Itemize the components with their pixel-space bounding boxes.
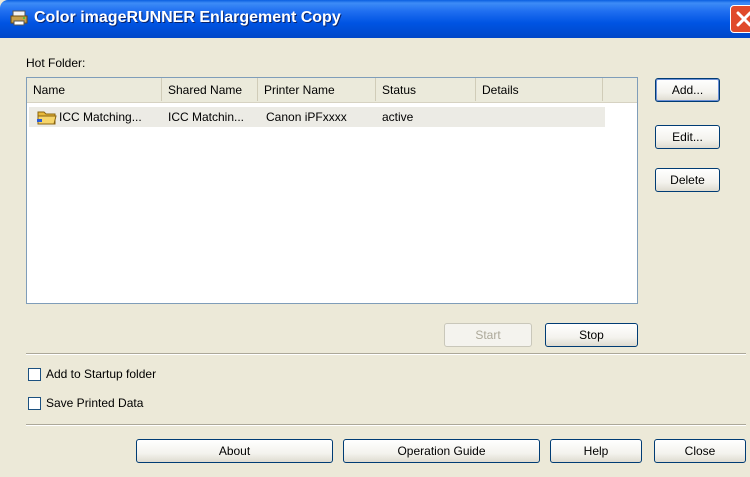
row-status: active [382,110,414,124]
close-x-icon [736,11,750,27]
column-header-name[interactable]: Name [27,78,162,101]
start-button[interactable]: Start [444,323,532,347]
divider [26,353,746,355]
column-header-shared-name[interactable]: Shared Name [162,78,258,101]
printer-app-icon [10,10,28,26]
list-header: Name Shared Name Printer Name Status Det… [27,78,637,103]
dialog-window: Color imageRUNNER Enlargement Copy Hot F… [0,0,750,477]
title-bar[interactable]: Color imageRUNNER Enlargement Copy [0,0,750,38]
column-header-printer-name[interactable]: Printer Name [258,78,376,101]
column-header-details[interactable]: Details [476,78,603,101]
window-close-button[interactable] [730,5,750,33]
divider [26,424,746,426]
startup-folder-label: Add to Startup folder [46,367,157,381]
operation-guide-button[interactable]: Operation Guide [343,439,540,463]
stop-button[interactable]: Stop [545,323,638,347]
startup-folder-checkbox[interactable] [28,368,41,381]
delete-button[interactable]: Delete [655,168,720,192]
column-header-status[interactable]: Status [376,78,476,101]
table-row[interactable]: ICC Matching... ICC Matchin... Canon iPF… [29,107,605,127]
about-button[interactable]: About [136,439,333,463]
add-button[interactable]: Add... [655,78,720,102]
save-printed-data-label: Save Printed Data [46,396,144,410]
window-title: Color imageRUNNER Enlargement Copy [34,9,341,26]
row-shared-name: ICC Matchin... [168,110,245,124]
edit-button[interactable]: Edit... [655,125,720,149]
save-printed-data-checkbox[interactable] [28,397,41,410]
folder-icon [37,108,57,126]
row-printer-name: Canon iPFxxxx [266,110,347,124]
close-button[interactable]: Close [654,439,746,463]
hot-folder-label: Hot Folder: [26,56,86,70]
hot-folder-list[interactable]: Name Shared Name Printer Name Status Det… [26,77,638,304]
help-button[interactable]: Help [550,439,642,463]
row-name: ICC Matching... [59,110,142,124]
